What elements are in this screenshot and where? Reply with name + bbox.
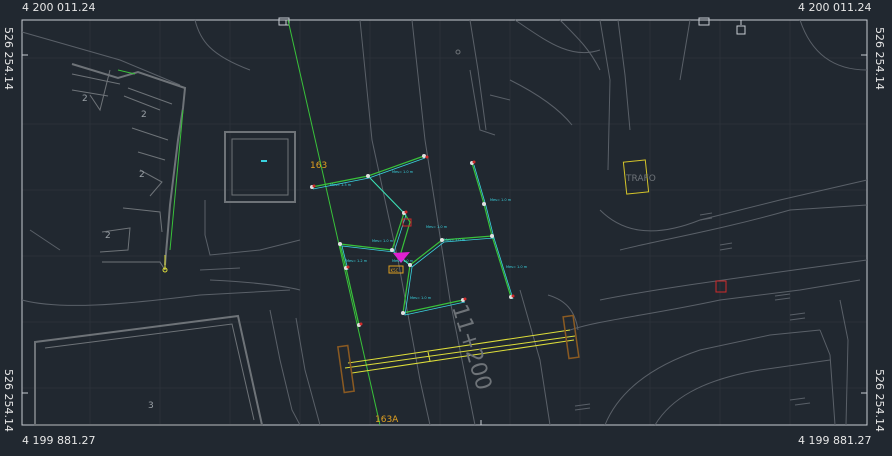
- coord-bottom-left: 4 199 881.27: [22, 434, 96, 447]
- coord-bottom-right: 4 199 881.27: [798, 434, 872, 447]
- buildings: [34, 63, 296, 426]
- distance-label: Mes= 1.0 m: [490, 198, 512, 202]
- distance-label: Mes= 1.0 m: [410, 296, 432, 300]
- cable-nodes[interactable]: [310, 154, 515, 327]
- distance-label: Mes= 1.2 m: [346, 259, 368, 263]
- alignment-label-163: 163: [310, 161, 327, 171]
- block-label: 2: [141, 110, 147, 120]
- small-circle: [455, 49, 461, 55]
- distance-label: Mes= 1.0 m: [426, 225, 448, 229]
- node-tag: K5C: [391, 268, 399, 273]
- coord-left-top: 526 254.14: [2, 27, 15, 90]
- alignment-label-163a: 163A: [375, 415, 399, 425]
- coord-top-right: 4 200 011.24: [798, 1, 872, 14]
- cyan-marker: [261, 160, 267, 162]
- stairs-hatch: [574, 212, 811, 411]
- distance-label: Mes= 1.3 m: [330, 183, 352, 187]
- road-lines: [21, 19, 868, 426]
- cad-viewport[interactable]: 2 2 2 2 3 163 163A TRAFO 11+200 K5C Mes=…: [0, 0, 892, 452]
- distance-label: Mes= 1.0 m: [444, 238, 466, 242]
- distance-label: Mes= 1.0 m: [506, 265, 528, 269]
- distance-label: Mes= 1.0 m: [372, 239, 394, 243]
- building-square: [224, 131, 296, 203]
- distance-label: Mes= 1.0 m: [392, 259, 414, 263]
- coord-right-bottom: 526 254.14: [873, 369, 886, 432]
- trafo-label: TRAFO: [625, 174, 656, 184]
- coord-left-bottom: 526 254.14: [2, 369, 15, 432]
- block-label: 2: [105, 231, 111, 241]
- red-marker-box[interactable]: [715, 280, 727, 293]
- distance-label: Mes= 1.0 m: [392, 170, 414, 174]
- building-top-left: [71, 63, 187, 266]
- coord-right-top: 526 254.14: [873, 27, 886, 90]
- coord-top-left: 4 200 011.24: [22, 1, 96, 14]
- block-label: 3: [148, 401, 154, 411]
- block-label: 2: [139, 170, 145, 180]
- drawing-canvas[interactable]: 2 2 2 2 3 163 163A TRAFO 11+200 K5C Mes=…: [0, 0, 892, 452]
- block-label: 2: [82, 94, 88, 104]
